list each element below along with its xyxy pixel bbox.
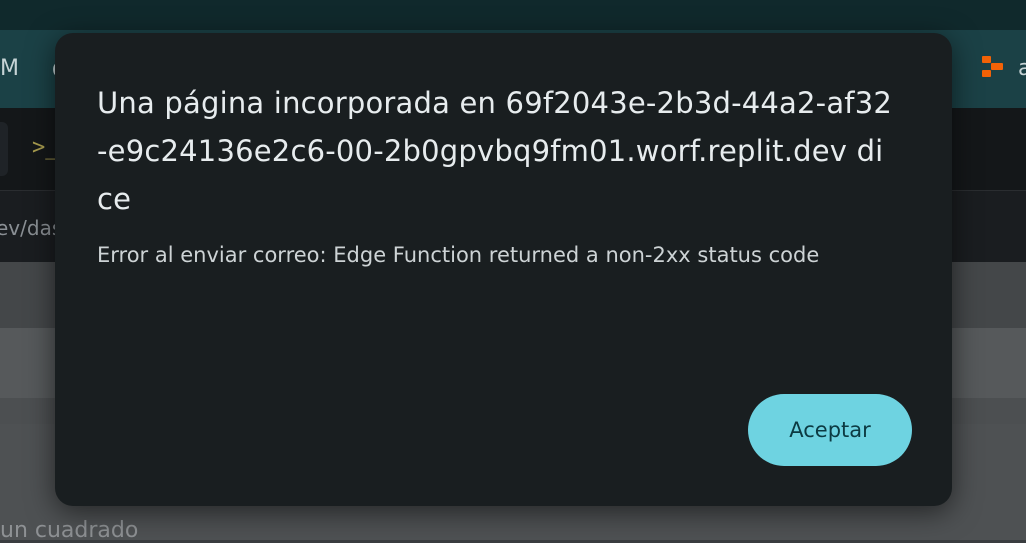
content-text: un cuadrado <box>0 518 139 543</box>
alert-dialog: Una página incorporada en 69f2043e-2b3d-… <box>55 33 952 506</box>
dialog-message: Error al enviar correo: Edge Function re… <box>97 243 820 267</box>
toolbar-button[interactable] <box>0 122 8 176</box>
window-top-strip <box>0 0 1026 30</box>
tab-label-right[interactable]: a <box>1018 56 1026 81</box>
accept-button[interactable]: Aceptar <box>748 394 912 466</box>
dialog-title: Una página incorporada en 69f2043e-2b3d-… <box>97 86 893 216</box>
replit-logo-icon <box>982 56 1004 78</box>
tab-label-left[interactable]: M <box>0 56 19 81</box>
address-bar-url: ev/das <box>0 216 63 240</box>
